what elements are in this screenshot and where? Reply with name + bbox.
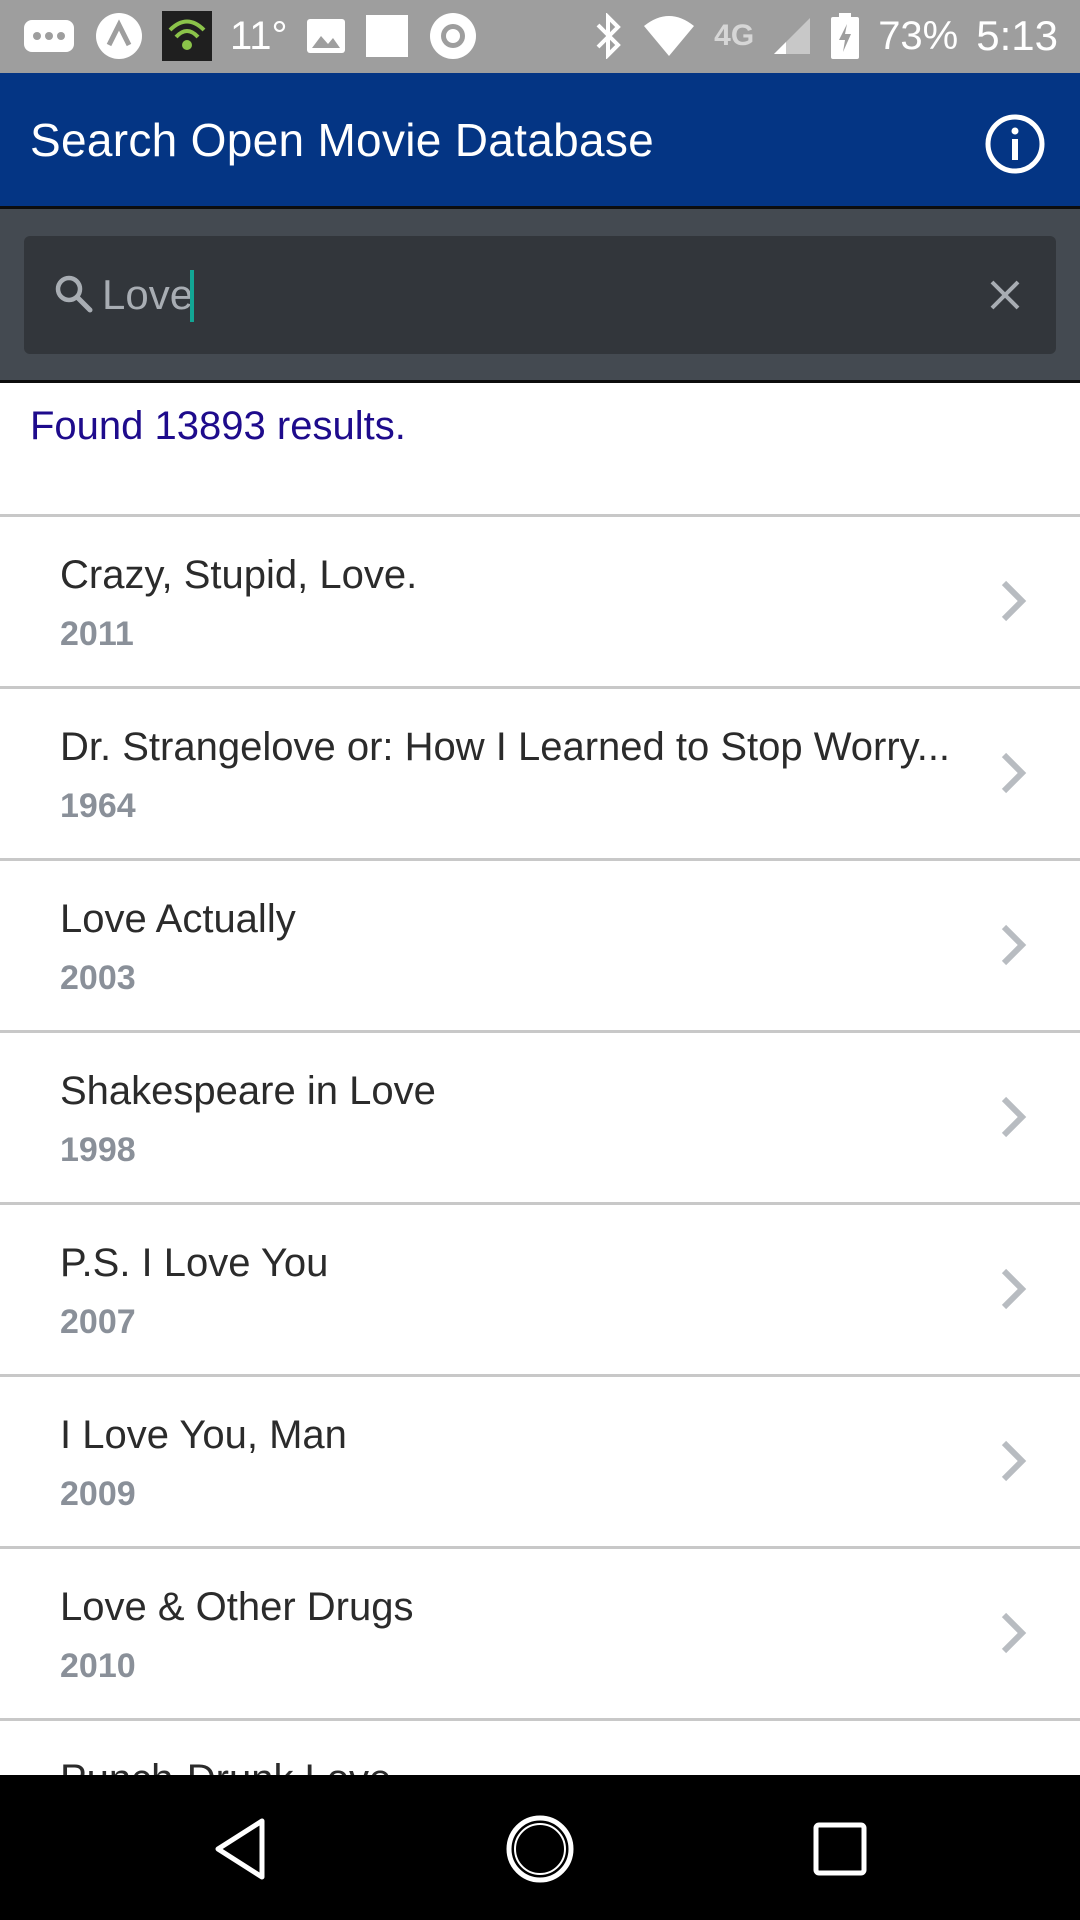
list-item[interactable]: Punch-Drunk Love bbox=[0, 1721, 1080, 1775]
app-notification-icon bbox=[94, 11, 144, 61]
movie-title: Punch-Drunk Love bbox=[60, 1757, 391, 1775]
status-bar-left: 11° bbox=[22, 8, 478, 64]
list-item[interactable]: Love Actually 2003 bbox=[0, 861, 1080, 1033]
movie-year: 1998 bbox=[60, 1131, 136, 1169]
movie-title: Love Actually bbox=[60, 897, 296, 941]
wifi-icon bbox=[642, 14, 696, 58]
sync-icon bbox=[428, 11, 478, 61]
recents-icon[interactable] bbox=[802, 1811, 878, 1887]
results-list[interactable]: Crazy, Stupid, Love. 2011 Dr. Strangelov… bbox=[0, 517, 1080, 1775]
search-input[interactable] bbox=[102, 264, 902, 326]
wifi-hotspot-icon bbox=[162, 11, 212, 61]
chevron-right-icon bbox=[1001, 752, 1027, 794]
movie-year: 2011 bbox=[60, 615, 134, 653]
temperature-text: 11° bbox=[230, 13, 288, 58]
movie-year: 2010 bbox=[60, 1647, 136, 1685]
chevron-right-icon bbox=[1001, 924, 1027, 966]
clock-text: 5:13 bbox=[976, 12, 1058, 59]
bluetooth-icon bbox=[592, 13, 624, 59]
battery-percent-text: 73% bbox=[878, 13, 959, 58]
close-icon[interactable] bbox=[984, 274, 1026, 316]
list-item[interactable]: I Love You, Man 2009 bbox=[0, 1377, 1080, 1549]
chevron-right-icon bbox=[1001, 1096, 1027, 1138]
search-box[interactable] bbox=[24, 236, 1056, 354]
movie-year: 2003 bbox=[60, 959, 136, 997]
movie-title: P.S. I Love You bbox=[60, 1241, 329, 1285]
back-icon[interactable] bbox=[204, 1811, 280, 1887]
home-icon[interactable] bbox=[502, 1811, 578, 1887]
more-notifications-icon bbox=[22, 16, 76, 56]
list-item[interactable]: P.S. I Love You 2007 bbox=[0, 1205, 1080, 1377]
signal-icon bbox=[772, 16, 812, 56]
results-count: Found 13893 results. bbox=[30, 404, 406, 448]
info-button[interactable] bbox=[984, 113, 1046, 175]
movie-year: 2007 bbox=[60, 1303, 136, 1341]
movie-year: 1964 bbox=[60, 787, 136, 825]
list-item[interactable]: Shakespeare in Love 1998 bbox=[0, 1033, 1080, 1205]
movie-title: I Love You, Man bbox=[60, 1413, 347, 1457]
movie-title: Crazy, Stupid, Love. bbox=[60, 553, 418, 597]
text-caret bbox=[190, 270, 194, 322]
search-icon bbox=[55, 275, 93, 313]
chevron-right-icon bbox=[1001, 1440, 1027, 1482]
list-item[interactable]: Dr. Strangelove or: How I Learned to Sto… bbox=[0, 689, 1080, 861]
chevron-right-icon bbox=[1001, 580, 1027, 622]
list-item[interactable]: Love & Other Drugs 2010 bbox=[0, 1549, 1080, 1721]
page-title: Search Open Movie Database bbox=[30, 114, 655, 166]
app-bar: Search Open Movie Database bbox=[0, 73, 1080, 209]
list-item[interactable]: Crazy, Stupid, Love. 2011 bbox=[0, 517, 1080, 689]
navigation-bar bbox=[0, 1775, 1080, 1920]
status-bar: 11° 4G 73% 5:13 bbox=[0, 0, 1080, 73]
movie-year: 2009 bbox=[60, 1475, 136, 1513]
movie-title: Shakespeare in Love bbox=[60, 1069, 436, 1113]
battery-charging-icon bbox=[830, 12, 860, 60]
status-bar-right: 4G 73% 5:13 bbox=[592, 8, 1058, 64]
square-notification-icon bbox=[364, 13, 410, 59]
chevron-right-icon bbox=[1001, 1268, 1027, 1310]
network-type-text: 4G bbox=[714, 19, 755, 52]
movie-title: Dr. Strangelove or: How I Learned to Sto… bbox=[60, 725, 951, 769]
search-bar-container bbox=[0, 209, 1080, 383]
info-icon bbox=[985, 114, 1045, 174]
movie-title: Love & Other Drugs bbox=[60, 1585, 414, 1629]
chevron-right-icon bbox=[1001, 1612, 1027, 1654]
image-icon bbox=[306, 18, 346, 54]
